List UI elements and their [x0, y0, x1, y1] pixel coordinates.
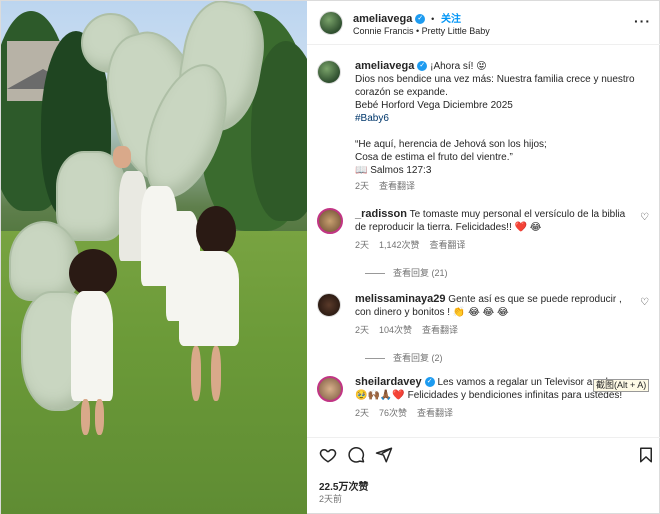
- hashtag-link[interactable]: #Baby6: [355, 112, 651, 125]
- view-replies-button[interactable]: 查看回复 (21): [365, 266, 448, 279]
- comment-translate-link[interactable]: 查看翻译: [417, 408, 453, 418]
- comment-likes[interactable]: 104次赞: [379, 325, 412, 335]
- share-icon[interactable]: [375, 446, 393, 464]
- child-head: [113, 146, 131, 168]
- child-head: [196, 206, 236, 256]
- comment-item: _radisson Te tomaste muy personal el ver…: [317, 208, 651, 288]
- caption-line2: Dios nos bendice una vez más: Nuestra fa…: [355, 74, 635, 98]
- comment-username[interactable]: _radisson: [355, 208, 407, 220]
- verified-icon: ✓: [424, 377, 435, 388]
- comment-translate-link[interactable]: 查看翻译: [430, 240, 466, 250]
- caption-quote1: “He aquí, herencia de Jehová son los hij…: [355, 139, 547, 150]
- caption-username[interactable]: ameliavega: [355, 60, 414, 72]
- comment-avatar[interactable]: [317, 208, 343, 234]
- post-photo[interactable]: [1, 1, 307, 514]
- caption-quote3: 📖 Salmos 127:3: [355, 165, 432, 176]
- caption-line1: ¡Ahora sí! 😝: [430, 61, 487, 72]
- bookmark-icon[interactable]: [637, 446, 655, 464]
- comment-item: melissaminaya29 Gente así es que se pued…: [317, 293, 651, 373]
- verified-icon: ✓: [417, 61, 428, 72]
- child: [179, 251, 239, 346]
- child-leg: [211, 346, 221, 401]
- comment-time: 2天: [355, 325, 370, 335]
- caption-line3: Bebé Horford Vega Diciembre 2025: [355, 100, 513, 111]
- comment-heart-icon[interactable]: ♡: [640, 212, 649, 223]
- author-line: ameliavega ✓ • 关注: [353, 13, 462, 25]
- child-head: [69, 249, 117, 297]
- comment-username[interactable]: melissaminaya29: [355, 293, 446, 305]
- more-icon[interactable]: ···: [634, 13, 651, 29]
- audio-track[interactable]: Connie Francis • Pretty Little Baby: [353, 26, 490, 36]
- comment-heart-icon[interactable]: ♡: [640, 297, 649, 308]
- comment-username[interactable]: sheilardavey: [355, 376, 422, 388]
- comment-avatar[interactable]: [317, 376, 343, 402]
- like-count[interactable]: 22.5万次赞: [319, 478, 368, 493]
- caption-quote2: Cosa de estima el fruto del vientre.”: [355, 152, 513, 163]
- author-avatar[interactable]: [319, 11, 343, 35]
- instagram-post-window: ameliavega ✓ • 关注 Connie Francis • Pretty…: [0, 0, 660, 514]
- post-time: 2天前: [319, 494, 343, 504]
- child-leg: [81, 399, 90, 435]
- post-panel: ameliavega ✓ • 关注 Connie Francis • Pretty…: [307, 1, 660, 514]
- caption-translate-link[interactable]: 查看翻译: [379, 181, 415, 191]
- caption-avatar[interactable]: [317, 60, 341, 84]
- caption-time: 2天: [355, 181, 370, 191]
- child-leg: [95, 399, 104, 435]
- verified-icon: ✓: [415, 14, 426, 25]
- comment-icon[interactable]: [347, 446, 365, 464]
- balloon: [9, 221, 79, 301]
- action-bar: 22.5万次赞 2天前: [307, 437, 660, 514]
- comments-scroll-area[interactable]: ameliavega ✓ ¡Ahora sí! 😝 Dios nos bendic…: [307, 46, 660, 436]
- comment-avatar[interactable]: [317, 293, 341, 317]
- comment-likes[interactable]: 76次赞: [379, 408, 407, 418]
- screenshot-tooltip: 截图(Alt + A): [593, 379, 650, 392]
- child-leg: [191, 346, 201, 401]
- heart-icon[interactable]: [319, 446, 337, 464]
- comment-time: 2天: [355, 240, 370, 250]
- follow-button[interactable]: 关注: [441, 14, 461, 25]
- author-username[interactable]: ameliavega: [353, 13, 412, 25]
- post-header: ameliavega ✓ • 关注 Connie Francis • Pretty…: [307, 1, 660, 45]
- comment-time: 2天: [355, 408, 370, 418]
- child: [71, 291, 113, 401]
- comment-translate-link[interactable]: 查看翻译: [422, 325, 458, 335]
- view-replies-button[interactable]: 查看回复 (2): [365, 351, 443, 364]
- caption: ameliavega ✓ ¡Ahora sí! 😝 Dios nos bendic…: [317, 60, 651, 210]
- comment-likes[interactable]: 1,142次赞: [379, 240, 420, 250]
